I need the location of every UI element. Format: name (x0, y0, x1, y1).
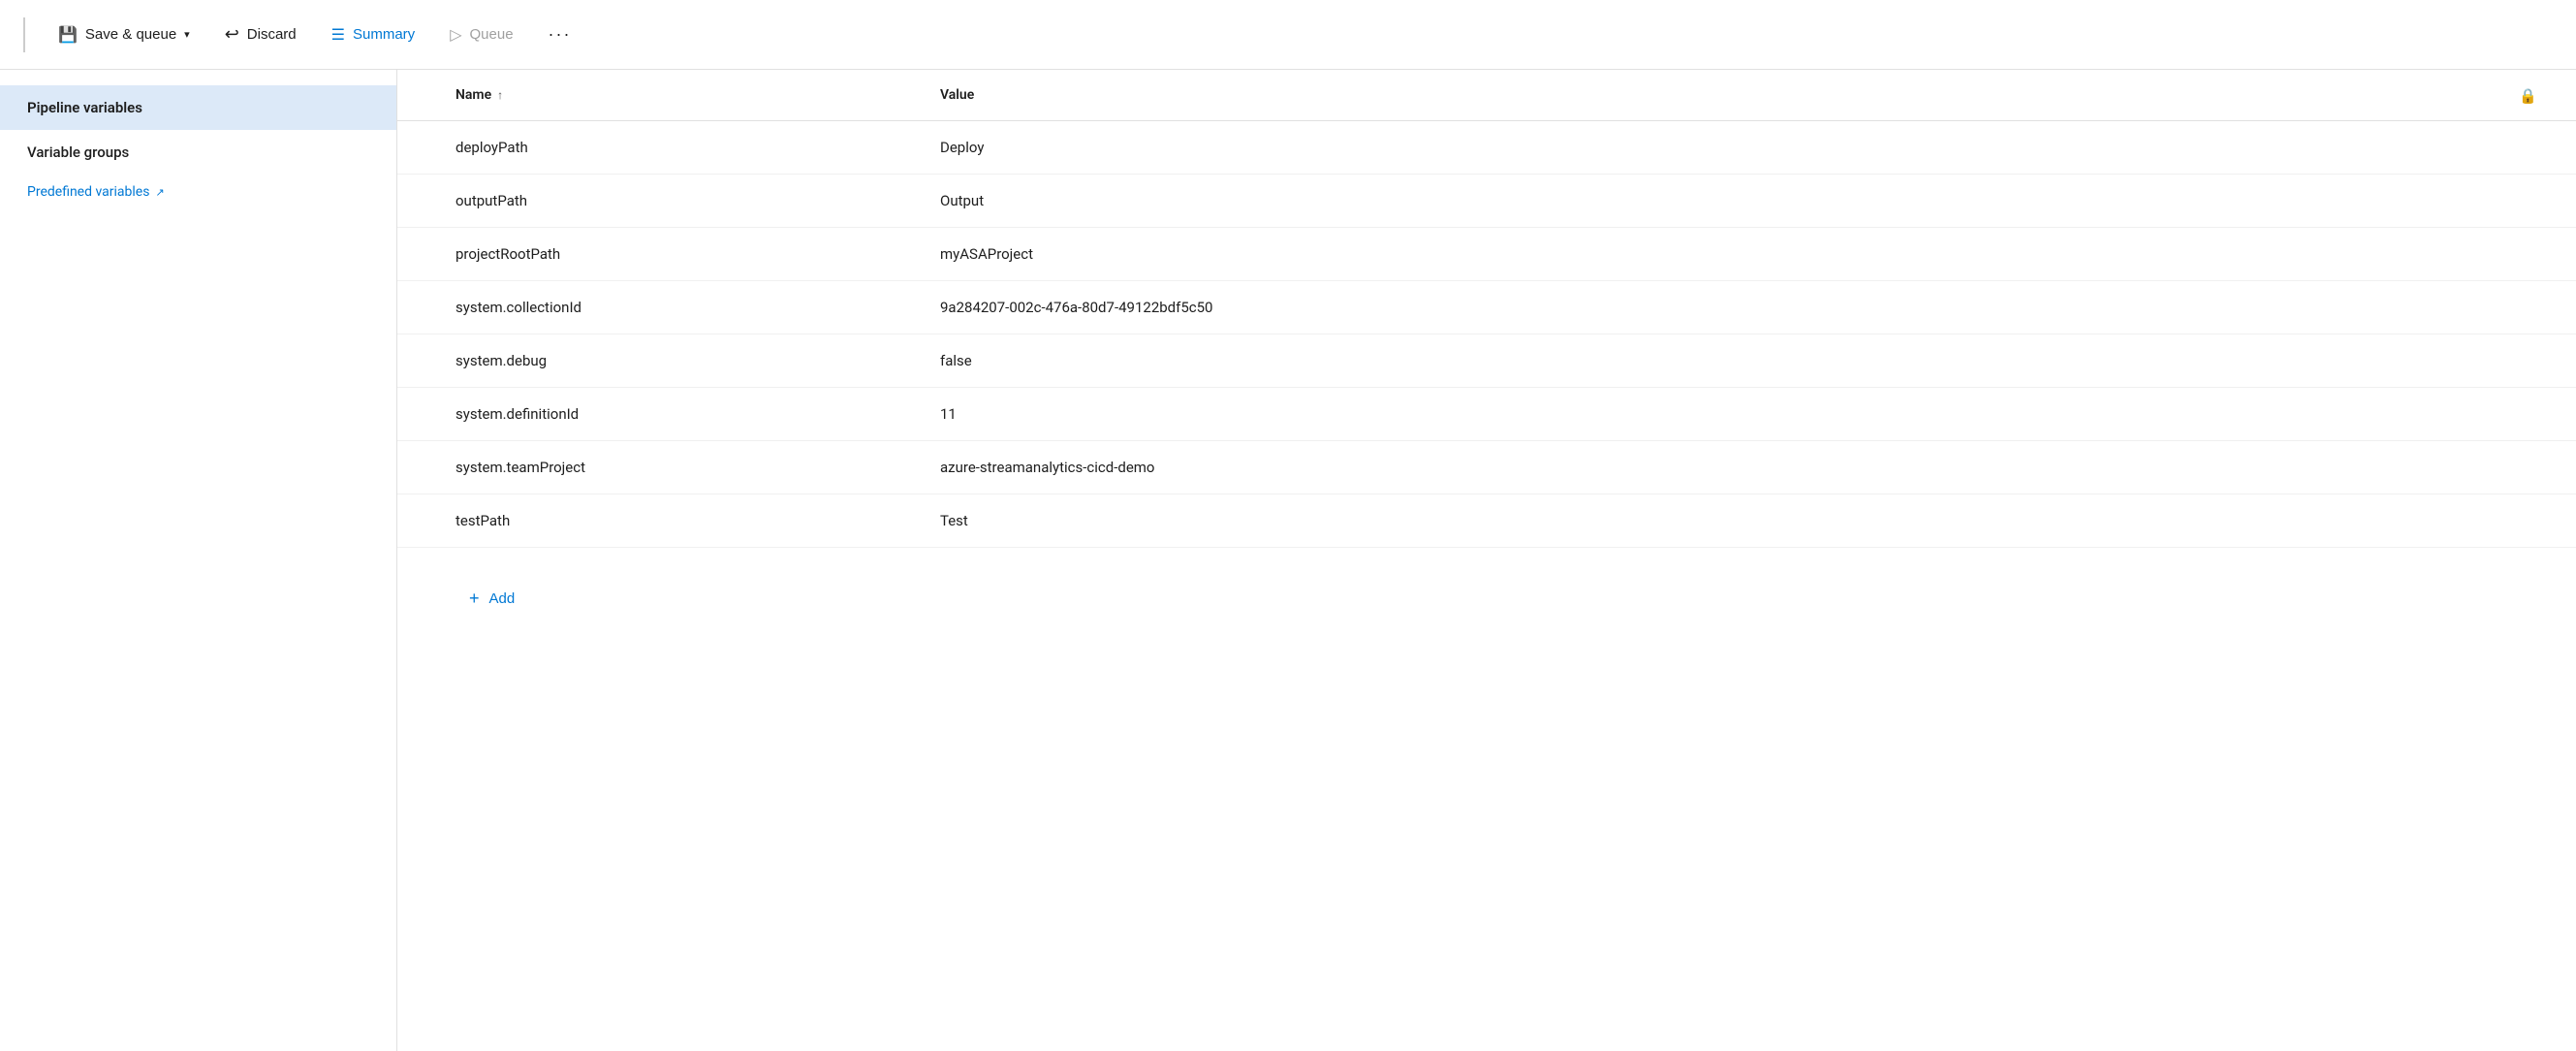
toolbar-divider (23, 17, 25, 52)
save-queue-button[interactable]: 💾 Save & queue ▾ (45, 17, 204, 52)
sidebar-item-pipeline-variables[interactable]: Pipeline variables (0, 85, 396, 130)
add-variable-label: Add (489, 590, 516, 607)
queue-label: Queue (470, 26, 514, 43)
row-value-cell: Output (940, 192, 2518, 209)
table-row[interactable]: system.teamProject azure-streamanalytics… (397, 441, 2576, 494)
row-value-cell: azure-streamanalytics-cicd-demo (940, 459, 2518, 476)
row-name-cell: system.teamProject (456, 459, 940, 476)
table-row[interactable]: projectRootPath myASAProject (397, 228, 2576, 281)
summary-button[interactable]: ☰ Summary (318, 17, 429, 52)
save-queue-label: Save & queue (85, 26, 176, 43)
row-value-cell: Deploy (940, 139, 2518, 156)
summary-label: Summary (353, 26, 415, 43)
add-plus-icon: + (469, 589, 480, 609)
name-column-label: Name (456, 87, 491, 103)
table-row[interactable]: system.definitionId 11 (397, 388, 2576, 441)
queue-icon: ▷ (450, 25, 461, 45)
sidebar-item-label: Variable groups (27, 143, 129, 161)
content-area: Name ↑ Value deployPath Deploy outputPat… (397, 70, 2576, 1051)
predefined-variables-label: Predefined variables (27, 184, 149, 200)
table-row[interactable]: system.collectionId 9a284207-002c-476a-8… (397, 281, 2576, 334)
predefined-variables-link[interactable]: Predefined variables ↗ (0, 175, 396, 209)
toolbar: 💾 Save & queue ▾ ↩ Discard ☰ Summary ▷ Q… (0, 0, 2576, 70)
row-value-cell: 11 (940, 405, 2518, 423)
row-name-cell: system.debug (456, 352, 940, 369)
queue-button[interactable]: ▷ Queue (436, 17, 526, 52)
table-rows-container: deployPath Deploy outputPath Output proj… (397, 121, 2576, 548)
sidebar: Pipeline variables Variable groups Prede… (0, 70, 397, 1051)
row-name-cell: system.definitionId (456, 405, 940, 423)
discard-button[interactable]: ↩ Discard (211, 16, 310, 52)
table-row[interactable]: system.debug false (397, 334, 2576, 388)
value-column-label: Value (940, 87, 974, 103)
discard-label: Discard (247, 26, 297, 43)
main-layout: Pipeline variables Variable groups Prede… (0, 70, 2576, 1051)
more-options-label: ··· (549, 24, 572, 45)
row-name-cell: deployPath (456, 139, 940, 156)
row-name-cell: projectRootPath (456, 245, 940, 263)
more-options-button[interactable]: ··· (535, 16, 585, 52)
row-value-cell: false (940, 352, 2518, 369)
row-name-cell: system.collectionId (456, 299, 940, 316)
row-value-cell: Test (940, 512, 2518, 529)
lock-icon (2519, 86, 2537, 105)
sidebar-item-label: Pipeline variables (27, 99, 142, 116)
external-link-icon: ↗ (155, 186, 164, 199)
summary-icon: ☰ (331, 25, 345, 45)
add-variable-button[interactable]: + Add (456, 579, 528, 619)
table-row[interactable]: deployPath Deploy (397, 121, 2576, 175)
discard-icon: ↩ (225, 24, 239, 45)
chevron-down-icon: ▾ (184, 28, 190, 41)
table-row[interactable]: outputPath Output (397, 175, 2576, 228)
row-value-cell: myASAProject (940, 245, 2518, 263)
sidebar-item-variable-groups[interactable]: Variable groups (0, 130, 396, 175)
lock-column-header (2519, 86, 2537, 105)
row-name-cell: outputPath (456, 192, 940, 209)
col-name-header: Name ↑ (456, 87, 940, 103)
table-header: Name ↑ Value (397, 70, 2576, 121)
sort-arrow-icon[interactable]: ↑ (497, 88, 503, 102)
row-value-cell: 9a284207-002c-476a-80d7-49122bdf5c50 (940, 299, 2518, 316)
col-value-header: Value (940, 87, 2518, 103)
row-name-cell: testPath (456, 512, 940, 529)
table-row[interactable]: testPath Test (397, 494, 2576, 548)
save-icon: 💾 (58, 25, 78, 45)
